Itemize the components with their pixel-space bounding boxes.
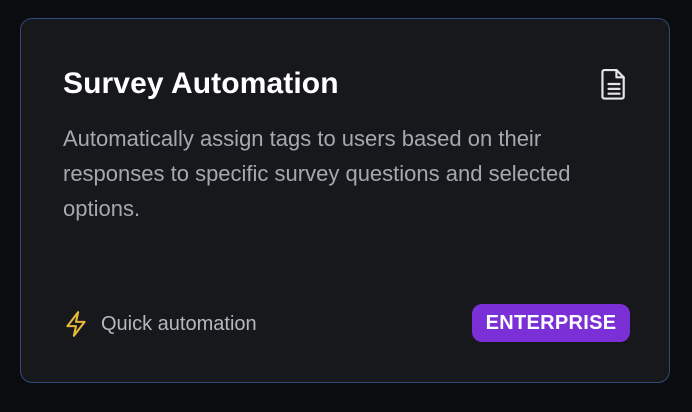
automation-card[interactable]: Survey Automation Automatically assign t… [20, 18, 670, 383]
quick-automation-label: Quick automation [101, 312, 257, 335]
card-description: Automatically assign tags to users based… [63, 126, 571, 221]
quick-automation-indicator: Quick automation [63, 307, 257, 341]
document-icon[interactable] [599, 67, 629, 101]
lightning-bolt-icon [63, 310, 89, 338]
enterprise-badge: ENTERPRISE [472, 304, 630, 342]
card-title: Survey Automation [63, 67, 339, 100]
